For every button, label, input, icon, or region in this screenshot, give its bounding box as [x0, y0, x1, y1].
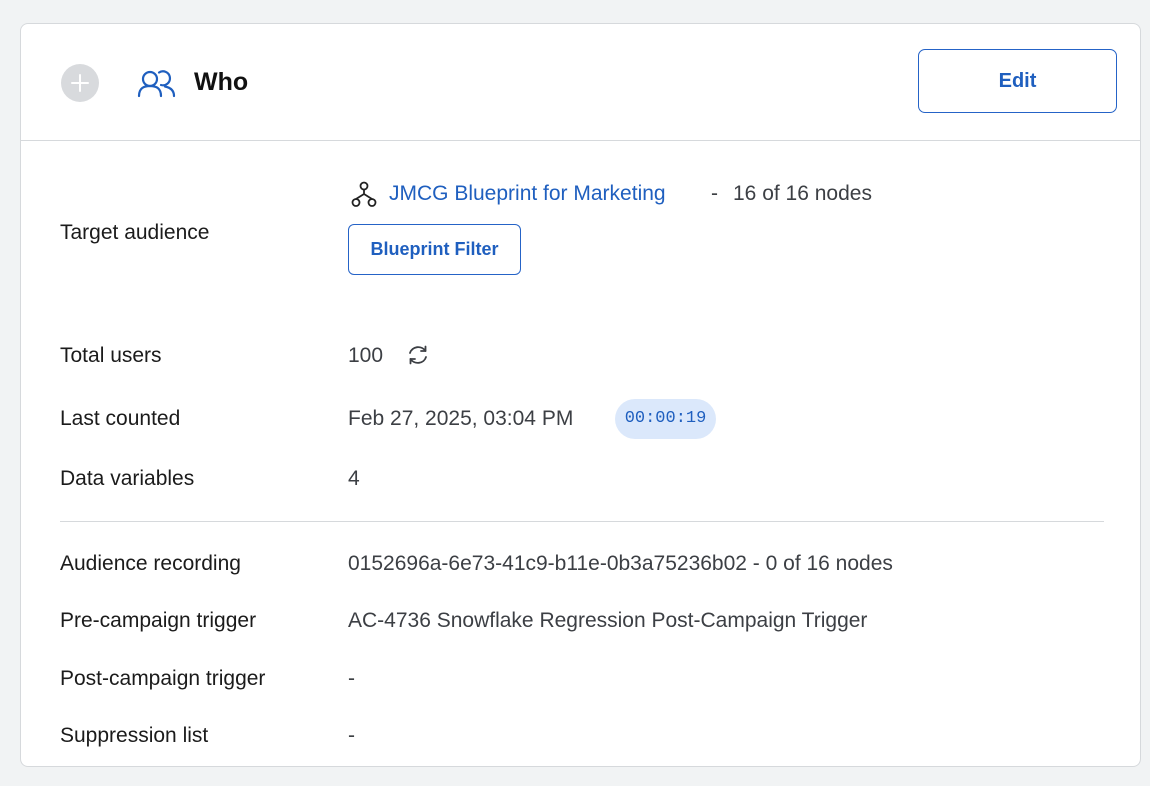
plus-circle-icon[interactable]	[61, 64, 99, 102]
pre-campaign-trigger-value: AC-4736 Snowflake Regression Post-Campai…	[348, 609, 868, 632]
pre-campaign-trigger-label: Pre-campaign trigger	[60, 609, 257, 632]
blueprint-link[interactable]: JMCG Blueprint for Marketing	[389, 180, 666, 208]
last-counted-value: Feb 27, 2025, 03:04 PM	[348, 407, 574, 430]
card-body: Target audience JMCG Blueprint for Marke…	[21, 141, 1140, 766]
elapsed-time-badge: 00:00:19	[615, 399, 716, 439]
total-users-value: 100	[348, 344, 384, 367]
refresh-icon[interactable]	[406, 343, 430, 367]
hierarchy-icon	[351, 181, 377, 207]
audience-recording-label: Audience recording	[60, 552, 241, 575]
edit-button[interactable]: Edit	[918, 49, 1117, 113]
post-campaign-trigger-value: -	[348, 667, 355, 690]
suppression-list-label: Suppression list	[60, 724, 209, 747]
data-variables-label: Data variables	[60, 467, 195, 490]
who-card: Who Edit Target audience JMCG Blueprint …	[20, 23, 1141, 767]
blueprint-node-count: 16 of 16 nodes	[733, 182, 872, 205]
last-counted-label: Last counted	[60, 407, 181, 430]
blueprint-filter-button[interactable]: Blueprint Filter	[348, 224, 521, 275]
post-campaign-trigger-label: Post-campaign trigger	[60, 667, 266, 690]
card-header: Who Edit	[21, 24, 1140, 141]
data-variables-value: 4	[348, 467, 360, 490]
users-icon	[137, 70, 176, 98]
section-divider	[60, 521, 1104, 522]
section-title: Who	[194, 68, 249, 96]
target-audience-label: Target audience	[60, 221, 210, 244]
blueprint-separator: -	[711, 182, 718, 205]
audience-recording-value: 0152696a-6e73-41c9-b11e-0b3a75236b02 - 0…	[348, 552, 893, 575]
suppression-list-value: -	[348, 724, 355, 747]
total-users-label: Total users	[60, 344, 162, 367]
